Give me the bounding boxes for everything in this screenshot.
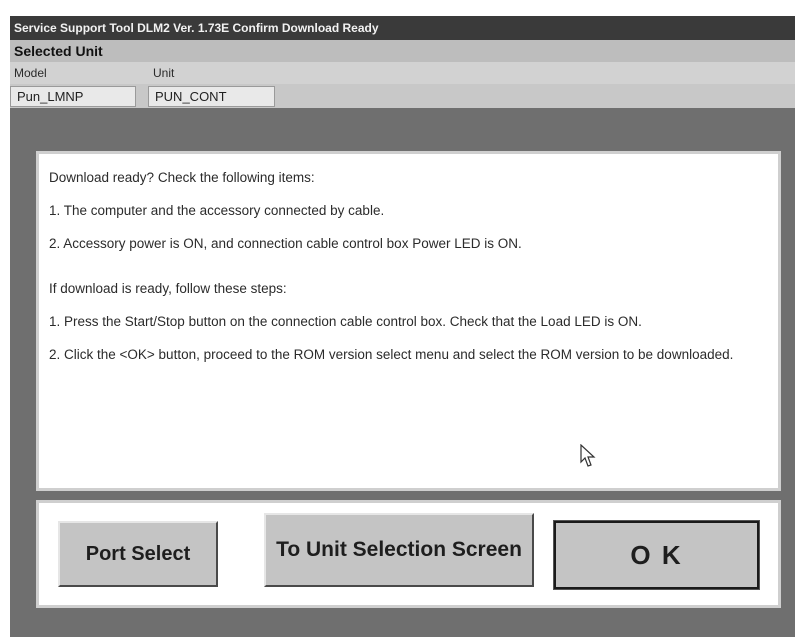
model-column-header: Model — [14, 66, 47, 80]
unit-value: PUN_CONT — [148, 86, 275, 107]
step-1: 1. Press the Start/Stop button on the co… — [49, 314, 642, 329]
steps-intro: If download is ready, follow these steps… — [49, 281, 287, 296]
check-item-1: 1. The computer and the accessory connec… — [49, 203, 385, 218]
button-panel: Port Select To Unit Selection Screen O K — [36, 500, 781, 608]
instructions-panel: Download ready? Check the following item… — [36, 151, 781, 491]
selected-unit-header: Selected Unit — [10, 40, 795, 62]
unit-column-header: Unit — [153, 66, 175, 80]
unit-selection-button[interactable]: To Unit Selection Screen — [264, 513, 534, 587]
port-select-button[interactable]: Port Select — [58, 521, 218, 587]
selected-unit-row: Pun_LMNP PUN_CONT — [10, 84, 795, 108]
check-item-2: 2. Accessory power is ON, and connection… — [49, 236, 522, 251]
step-2: 2. Click the <OK> button, proceed to the… — [49, 347, 734, 362]
column-headers: Model Unit — [10, 62, 795, 84]
ok-button[interactable]: O K — [553, 520, 760, 590]
title-bar: Service Support Tool DLM2 Ver. 1.73E Con… — [10, 16, 795, 40]
model-value: Pun_LMNP — [10, 86, 136, 107]
instructions-intro: Download ready? Check the following item… — [49, 170, 315, 185]
mouse-pointer-icon — [580, 444, 596, 467]
